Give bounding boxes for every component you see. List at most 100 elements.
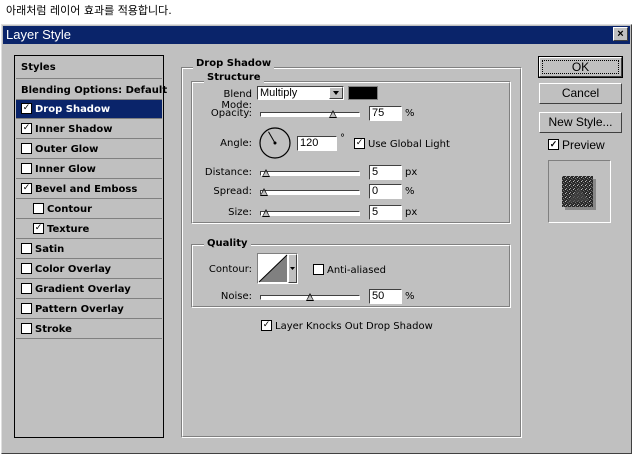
checkbox-icon[interactable]: ✓ bbox=[33, 222, 44, 234]
checkbox-icon[interactable] bbox=[21, 242, 32, 254]
cancel-button[interactable]: Cancel bbox=[539, 83, 622, 104]
checkbox-icon: ✓ bbox=[548, 139, 559, 151]
style-item-label: Inner Shadow bbox=[35, 124, 113, 135]
style-item-color-overlay[interactable]: Color Overlay bbox=[16, 260, 162, 279]
styles-header[interactable]: Styles bbox=[16, 57, 162, 79]
shadow-color-swatch[interactable] bbox=[348, 86, 378, 100]
ok-button[interactable]: OK bbox=[538, 56, 623, 78]
opacity-unit: % bbox=[405, 108, 415, 119]
style-item-label: Outer Glow bbox=[35, 144, 99, 155]
spread-unit: % bbox=[405, 186, 415, 197]
blend-mode-value: Multiply bbox=[260, 87, 298, 99]
style-item-pattern-overlay[interactable]: Pattern Overlay bbox=[16, 300, 162, 319]
style-item-label: Bevel and Emboss bbox=[35, 184, 138, 195]
close-icon: × bbox=[617, 28, 624, 40]
blending-options-label: Blending Options: Default bbox=[21, 85, 168, 96]
style-item-satin[interactable]: Satin bbox=[16, 240, 162, 259]
style-item-texture[interactable]: ✓ Texture bbox=[16, 220, 162, 239]
style-item-drop-shadow[interactable]: ✓ Drop Shadow bbox=[16, 100, 162, 119]
contour-chevron-down-icon[interactable] bbox=[288, 254, 297, 283]
preview-swatch-icon bbox=[562, 176, 596, 210]
contour-label: Contour: bbox=[208, 264, 252, 275]
style-item-label: Inner Glow bbox=[35, 164, 96, 175]
size-label: Size: bbox=[228, 207, 252, 218]
knockout-checkbox[interactable]: ✓ Layer Knocks Out Drop Shadow bbox=[261, 319, 433, 332]
styles-header-label: Styles bbox=[21, 62, 56, 73]
ok-button-label: OK bbox=[571, 60, 590, 74]
angle-label: Angle: bbox=[220, 138, 252, 149]
structure-title: Structure bbox=[204, 72, 264, 83]
spread-input[interactable]: 0 bbox=[369, 184, 402, 199]
angle-dial[interactable] bbox=[258, 126, 292, 160]
knockout-label: Layer Knocks Out Drop Shadow bbox=[275, 321, 433, 332]
new-style-button[interactable]: New Style... bbox=[539, 112, 622, 133]
style-item-inner-glow[interactable]: Inner Glow bbox=[16, 160, 162, 179]
distance-slider-thumb[interactable] bbox=[261, 169, 270, 177]
dialog-title: Layer Style bbox=[6, 27, 72, 42]
blending-options-item[interactable]: Blending Options: Default bbox=[16, 81, 167, 100]
preview-thumbnail bbox=[548, 160, 611, 223]
opacity-input[interactable]: 75 bbox=[369, 106, 402, 121]
checkbox-icon bbox=[313, 263, 324, 275]
quality-title: Quality bbox=[204, 238, 251, 249]
cancel-button-label: Cancel bbox=[561, 86, 600, 100]
preview-checkbox[interactable]: ✓ Preview bbox=[548, 138, 605, 152]
contour-picker[interactable] bbox=[257, 253, 298, 284]
spread-label: Spread: bbox=[213, 186, 252, 197]
close-button[interactable]: × bbox=[613, 27, 628, 41]
style-item-gradient-overlay[interactable]: Gradient Overlay bbox=[16, 280, 162, 299]
checkbox-icon[interactable] bbox=[21, 302, 32, 314]
noise-slider-thumb[interactable] bbox=[306, 293, 314, 301]
checkbox-icon[interactable] bbox=[33, 202, 44, 214]
noise-unit: % bbox=[405, 291, 415, 302]
linear-contour-icon bbox=[258, 254, 288, 283]
style-item-contour[interactable]: Contour bbox=[16, 200, 162, 219]
styles-list: Styles Blending Options: Default ✓ Drop S… bbox=[14, 55, 167, 438]
checkbox-icon: ✓ bbox=[354, 137, 365, 149]
spread-slider-thumb[interactable] bbox=[260, 188, 268, 196]
checkbox-icon[interactable] bbox=[21, 322, 32, 334]
style-item-inner-shadow[interactable]: ✓ Inner Shadow bbox=[16, 120, 162, 139]
checkbox-icon[interactable] bbox=[21, 282, 32, 294]
anti-aliased-checkbox[interactable]: Anti-aliased bbox=[313, 263, 386, 276]
style-item-label: Contour bbox=[47, 204, 93, 215]
preview-label: Preview bbox=[562, 138, 605, 152]
style-item-label: Pattern Overlay bbox=[35, 304, 124, 315]
checkbox-icon: ✓ bbox=[261, 319, 272, 331]
noise-input[interactable]: 50 bbox=[369, 289, 402, 304]
size-slider-track[interactable] bbox=[260, 211, 360, 216]
chevron-down-icon[interactable] bbox=[329, 87, 343, 99]
blend-mode-select[interactable]: Multiply bbox=[257, 86, 344, 100]
checkbox-icon[interactable] bbox=[21, 142, 32, 154]
angle-unit: ° bbox=[340, 133, 345, 144]
style-item-bevel-and-emboss[interactable]: ✓ Bevel and Emboss bbox=[16, 180, 162, 199]
style-item-label: Satin bbox=[35, 244, 65, 255]
checkbox-icon[interactable]: ✓ bbox=[21, 122, 32, 134]
use-global-light-checkbox[interactable]: ✓ Use Global Light bbox=[354, 137, 450, 150]
spread-slider-track[interactable] bbox=[260, 190, 360, 195]
size-input[interactable]: 5 bbox=[369, 205, 402, 220]
checkbox-icon[interactable]: ✓ bbox=[21, 102, 32, 114]
style-item-stroke[interactable]: Stroke bbox=[16, 320, 162, 339]
size-unit: px bbox=[405, 207, 418, 218]
opacity-slider-thumb[interactable] bbox=[329, 110, 337, 118]
anti-aliased-label: Anti-aliased bbox=[327, 265, 387, 276]
opacity-label: Opacity: bbox=[210, 108, 252, 119]
checkbox-icon[interactable] bbox=[21, 262, 32, 274]
style-item-label: Stroke bbox=[35, 324, 72, 335]
distance-label: Distance: bbox=[204, 167, 252, 178]
angle-input[interactable]: 120 bbox=[297, 136, 337, 151]
style-item-outer-glow[interactable]: Outer Glow bbox=[16, 140, 162, 159]
style-item-label: Texture bbox=[47, 224, 90, 235]
checkbox-icon[interactable] bbox=[21, 162, 32, 174]
distance-slider-track[interactable] bbox=[260, 171, 360, 176]
opacity-slider-track[interactable] bbox=[260, 112, 360, 117]
size-slider-thumb[interactable] bbox=[261, 209, 270, 217]
checkbox-icon[interactable]: ✓ bbox=[21, 182, 32, 194]
style-item-label: Color Overlay bbox=[35, 264, 112, 275]
dialog-titlebar: Layer Style bbox=[3, 26, 630, 44]
page-caption: 아래처럼 레이어 효과를 적용합니다. bbox=[6, 4, 172, 17]
style-item-label: Gradient Overlay bbox=[35, 284, 131, 295]
distance-input[interactable]: 5 bbox=[369, 165, 402, 180]
drop-shadow-panel: Drop Shadow Structure Blend Mode: Multip… bbox=[181, 58, 522, 438]
